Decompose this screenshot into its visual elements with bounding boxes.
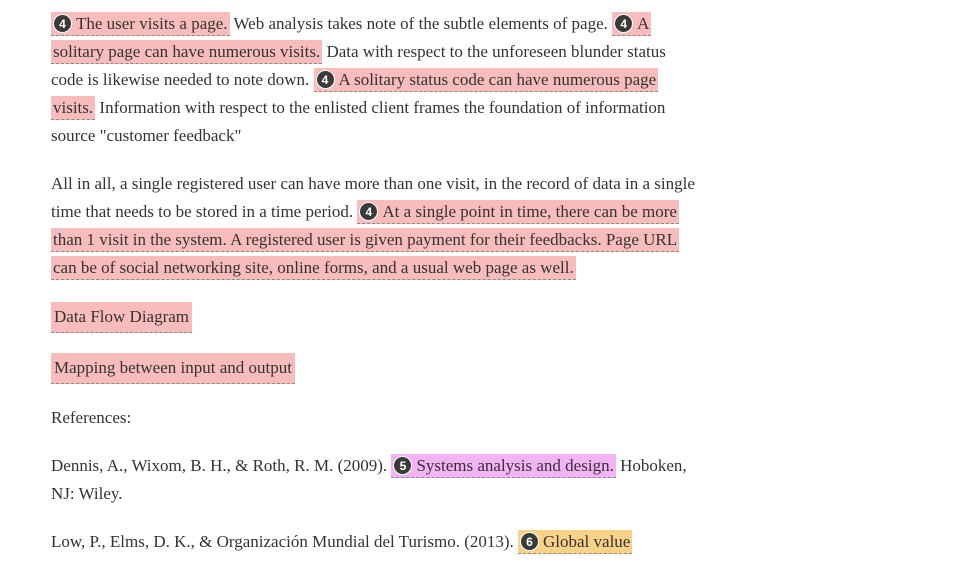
reference-low: Low, P., Elms, D. K., & Organización Mun…	[51, 528, 701, 556]
body-text: Web analysis takes note of the subtle el…	[229, 14, 613, 33]
body-text: Dennis, A., Wixom, B. H., & Roth, R. M. …	[51, 456, 392, 475]
body-text: Information with respect to the enlisted…	[51, 98, 666, 145]
highlight-text: Systems analysis and design.	[416, 456, 614, 475]
paragraph-data-flow-diagram: Data Flow Diagram	[51, 302, 701, 333]
highlight-text: The user visits a page.	[76, 14, 228, 33]
annotation-badge[interactable]: 4	[359, 202, 379, 221]
highlight-annotation[interactable]: Data Flow Diagram	[51, 302, 193, 333]
highlight-annotation[interactable]: 5 Systems analysis and design.	[391, 454, 616, 478]
paragraph-registered-user: All in all, a single registered user can…	[51, 170, 701, 282]
annotation-badge[interactable]: 4	[315, 70, 335, 89]
highlight-text: Data Flow Diagram	[54, 307, 190, 326]
highlight-text: Mapping between input and output	[54, 358, 292, 377]
annotation-badge[interactable]: 4	[614, 14, 634, 33]
paragraph-user-visits: 4 The user visits a page. Web analysis ta…	[51, 10, 701, 150]
highlight-text: Global value	[543, 532, 631, 551]
body-text: Low, P., Elms, D. K., & Organización Mun…	[51, 532, 519, 551]
highlight-annotation[interactable]: 4 The user visits a page.	[51, 12, 230, 36]
reference-dennis: Dennis, A., Wixom, B. H., & Roth, R. M. …	[51, 452, 701, 508]
annotation-badge[interactable]: 4	[53, 14, 72, 33]
references-heading: References:	[51, 408, 132, 427]
highlight-annotation[interactable]: 6 Global value	[518, 530, 633, 554]
annotation-badge[interactable]: 6	[520, 532, 540, 551]
highlight-annotation[interactable]: Mapping between input and output	[51, 353, 295, 384]
paragraph-mapping: Mapping between input and output	[51, 353, 701, 384]
annotation-badge[interactable]: 5	[393, 456, 413, 475]
document-body: 4 The user visits a page. Web analysis ta…	[51, 10, 701, 576]
